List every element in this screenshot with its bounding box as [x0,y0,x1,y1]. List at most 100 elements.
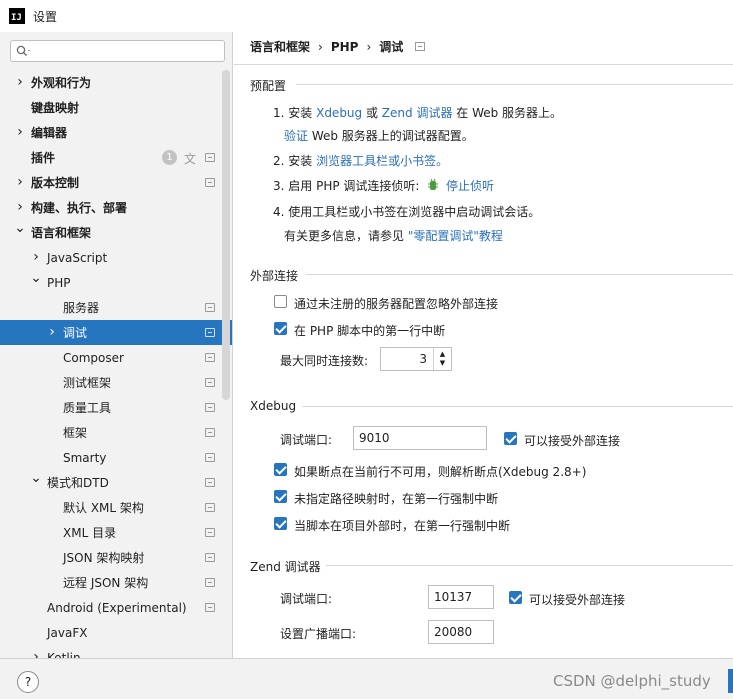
xdebug-accept-external-checkbox[interactable] [504,432,517,445]
debug-listen-icon[interactable] [427,179,439,191]
verify-link[interactable]: 验证 [284,129,308,143]
breadcrumb-item[interactable]: PHP [331,40,359,54]
section-divider [296,84,733,85]
tree-item-label: Kotlin [47,650,81,659]
section-title-external: 外部连接 [250,269,299,283]
stop-listening-link[interactable]: 停止侦听 [446,177,494,194]
spinner-value: 3 [419,352,427,366]
browser-toolbar-link[interactable]: 浏览器工具栏或小书签。 [316,154,448,168]
tree-item-label: JSON 架构映射 [63,551,145,565]
tree-item-label: 语言和框架 [31,226,92,240]
tree-item-label: JavaFX [47,625,88,640]
tree-item-label: 测试框架 [63,376,112,390]
project-scope-icon [205,303,215,312]
broadcast-port-input[interactable]: 20080 [428,620,494,644]
step-text: 3. 启用 PHP 调试连接侦听: [273,179,420,193]
tree-item-label: 构建、执行、部署 [31,201,128,215]
tree-item[interactable]: 插件 1 文 [0,145,232,170]
project-scope-icon [205,478,215,487]
breadcrumb: 语言和框架 › PHP › 调试 [250,38,426,55]
tree-item-label: 插件 [31,151,56,165]
update-count-badge: 1 [162,150,177,165]
max-connections-spinner[interactable]: 3 ▲ ▼ [380,347,452,371]
tree-item-label: 远程 JSON 架构 [63,576,149,590]
tree-item[interactable]: JavaFX [0,620,232,645]
tree-item[interactable]: 框架 [0,420,232,445]
tree-item[interactable]: 测试框架 [0,370,232,395]
tree-item[interactable]: JSON 架构映射 [0,545,232,570]
tree-item[interactable]: 键盘映射 [0,95,232,120]
chevron-right-icon[interactable]: › [15,74,25,90]
tree-item-label: 版本控制 [31,176,80,190]
search-input[interactable] [10,40,225,62]
chevron-right-icon[interactable]: › [15,124,25,140]
zend-port-label: 调试端口: [280,592,333,606]
project-scope-icon [205,328,215,337]
tree-item[interactable]: › 外观和行为 [0,70,232,95]
sidebar-scrollbar[interactable] [222,70,230,400]
break-first-line-checkbox[interactable] [274,322,287,335]
tree-item[interactable]: ⌄ 模式和DTD [0,470,232,495]
tree-item[interactable]: 默认 XML 架构 [0,495,232,520]
chevron-down-icon[interactable]: ⌄ [30,470,42,486]
tree-item[interactable]: › Kotlin [0,645,232,659]
spinner-down-icon[interactable]: ▼ [440,359,445,368]
xdebug-port-input[interactable]: 9010 [353,426,487,450]
tree-item[interactable]: › 编辑器 [0,120,232,145]
max-connections-label: 最大同时连接数: [280,354,369,368]
tree-item[interactable]: ⌄ 语言和框架 [0,220,232,245]
tree-item[interactable]: › JavaScript [0,245,232,270]
tree-item[interactable]: ⌄ PHP [0,270,232,295]
chevron-down-icon[interactable]: ⌄ [14,220,26,236]
tree-item[interactable]: › 版本控制 [0,170,232,195]
project-scope-icon [205,553,215,562]
more-info: 有关更多信息，请参见 "零配置调试"教程 [284,227,503,244]
resolve-breakpoint-checkbox[interactable] [274,463,287,476]
tree-item[interactable]: 质量工具 [0,395,232,420]
xdebug-link[interactable]: Xdebug [316,106,362,120]
project-scope-icon [205,353,215,362]
help-button[interactable]: ? [17,671,39,693]
tree-item[interactable]: › 构建、执行、部署 [0,195,232,220]
tree-item[interactable]: Composer [0,345,232,370]
section-title-preconfig: 预配置 [250,79,287,93]
header-divider [234,64,733,65]
tree-item[interactable]: XML 目录 [0,520,232,545]
tutorial-link[interactable]: "零配置调试"教程 [408,229,503,243]
tree-item-label: Android (Experimental) [47,600,187,615]
step-text: 1. 安装 [273,106,317,120]
tree-item-label: PHP [47,275,71,290]
chevron-right-icon[interactable]: › [47,324,57,340]
ok-button[interactable] [728,669,733,693]
chevron-down-icon[interactable]: ⌄ [30,270,42,286]
zend-debugger-link[interactable]: Zend 调试器 [382,106,453,120]
tree-item-label: XML 目录 [63,526,117,540]
project-scope-icon [205,603,215,612]
input-value: 9010 [359,431,390,445]
tree-item[interactable]: › 调试 [0,320,232,345]
breadcrumb-separator: › [366,39,372,54]
tree-item-label: Smarty [63,450,107,465]
project-scope-icon [205,528,215,537]
tree-item[interactable]: 服务器 [0,295,232,320]
zend-port-input[interactable]: 10137 [428,585,494,609]
break-outside-project-checkbox[interactable] [274,517,287,530]
spinner-up-icon[interactable]: ▲ [440,350,445,359]
tree-item[interactable]: Android (Experimental) [0,595,232,620]
input-value: 10137 [434,590,473,604]
breadcrumb-item[interactable]: 语言和框架 [250,38,310,55]
step-2: 2. 安装 浏览器工具栏或小书签。 [273,152,448,169]
chevron-right-icon[interactable]: › [31,249,41,265]
tree-item[interactable]: 远程 JSON 架构 [0,570,232,595]
step-1: 1. 安装 Xdebug 或 Zend 调试器 在 Web 服务器上。 [273,104,562,121]
step-text: 或 [362,106,382,120]
ignore-external-checkbox[interactable] [274,295,287,308]
chevron-right-icon[interactable]: › [15,174,25,190]
chevron-right-icon[interactable]: › [15,199,25,215]
tree-item[interactable]: Smarty [0,445,232,470]
tree-item-label: 服务器 [63,301,100,315]
settings-sidebar: › 外观和行为 键盘映射 › 编辑器 插件 1 文 › 版本控制 › 构建、执行、部署 ⌄ 语言和框架 › J… [0,32,233,658]
section-divider [326,565,733,566]
break-no-mapping-checkbox[interactable] [274,490,287,503]
zend-accept-external-checkbox[interactable] [509,591,522,604]
